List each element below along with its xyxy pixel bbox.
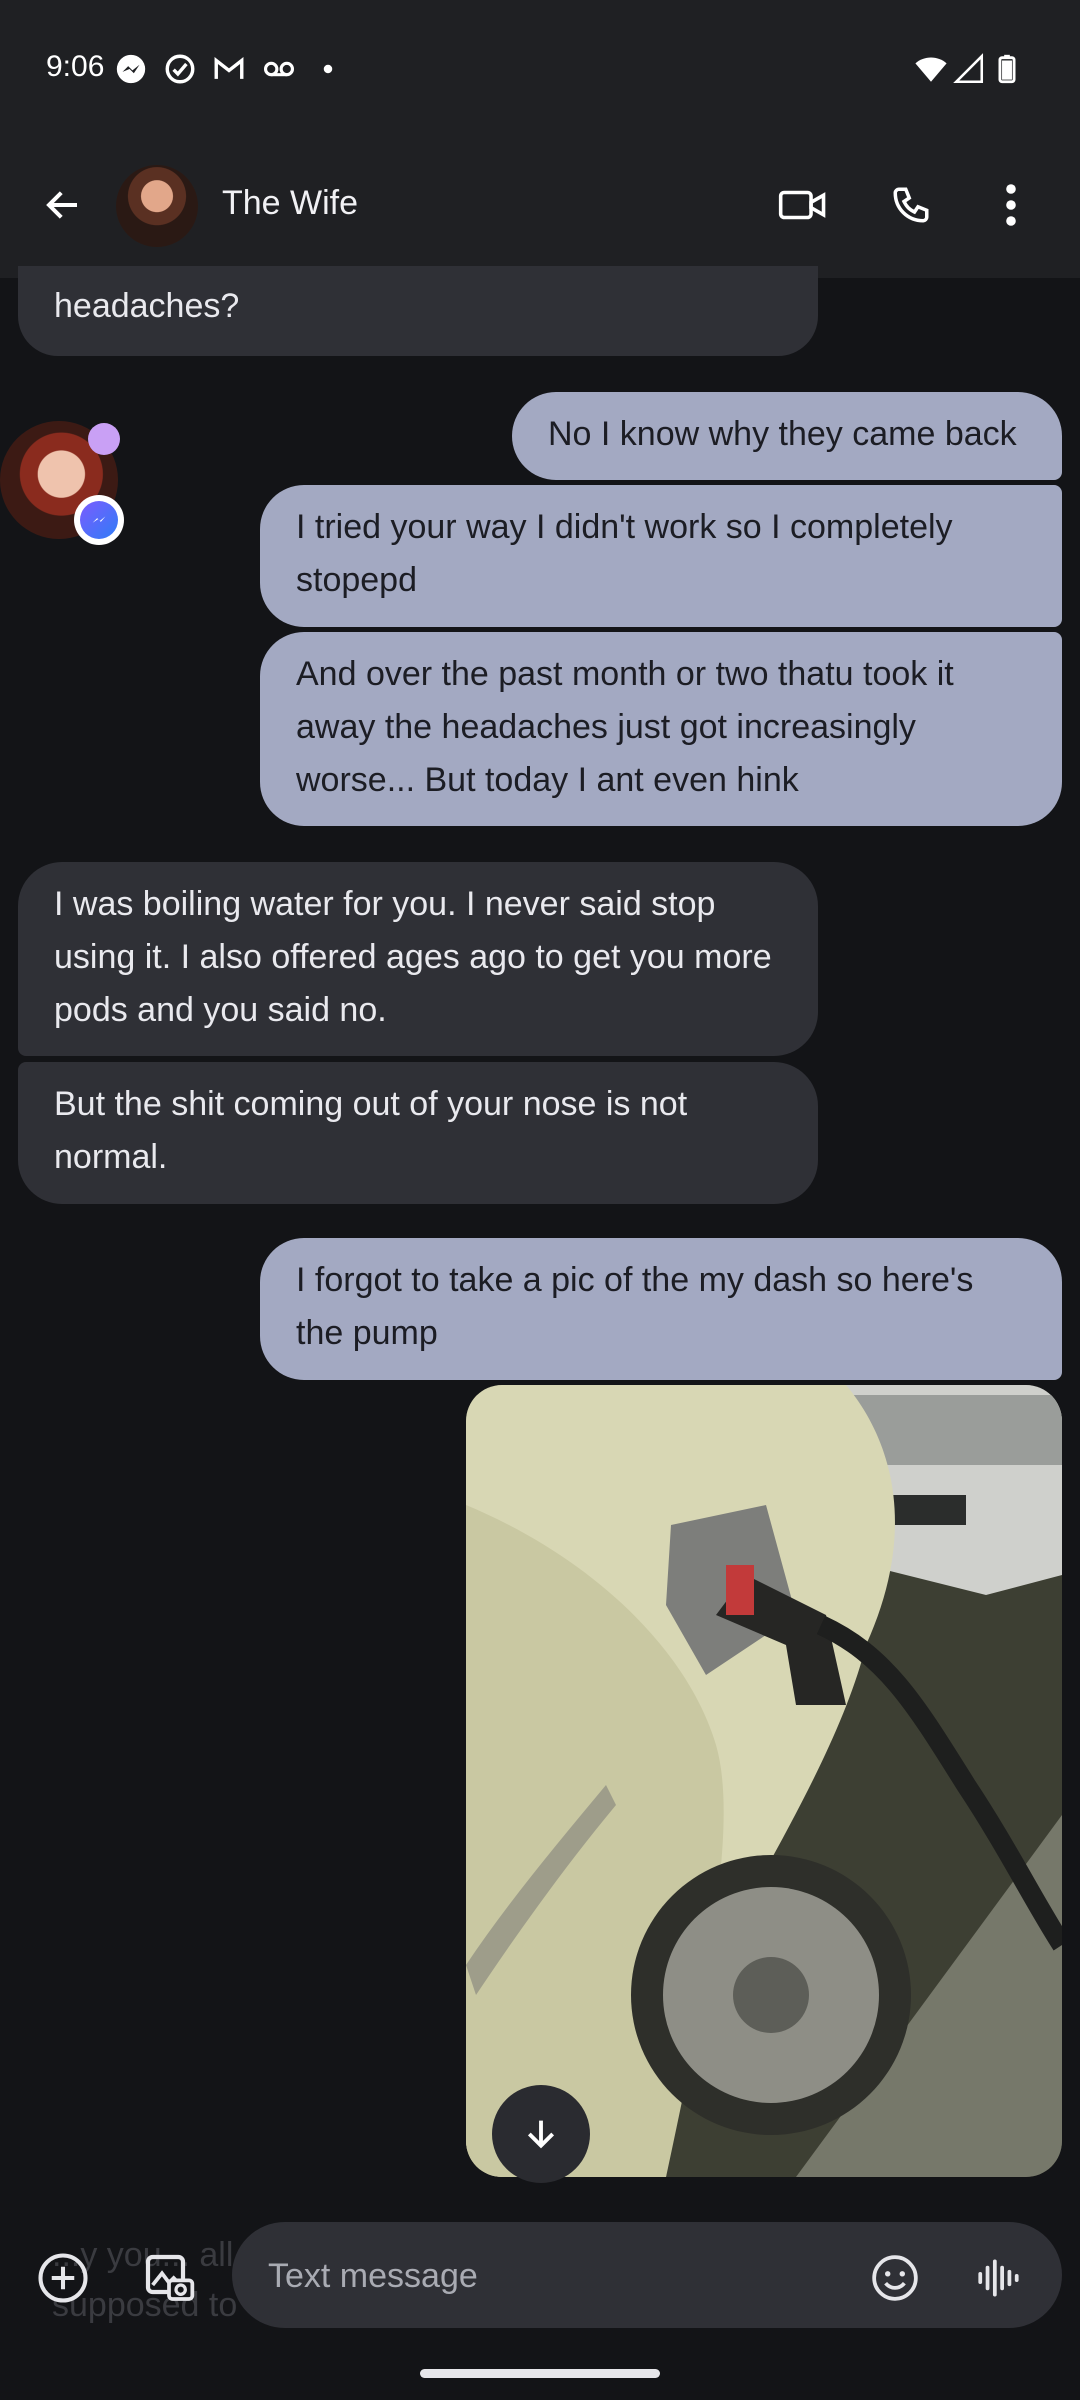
emoji-button[interactable]: [860, 2243, 930, 2313]
contact-name[interactable]: The Wife: [222, 184, 358, 223]
voice-message-button[interactable]: [964, 2243, 1034, 2313]
voicemail-icon: [262, 52, 296, 86]
voice-waveform-icon: [978, 2259, 1019, 2297]
more-options-button[interactable]: [986, 175, 1036, 235]
more-vert-icon: [1006, 184, 1016, 226]
message-bubble-incoming[interactable]: But the shit coming out of your nose is …: [18, 1062, 818, 1204]
add-attachment-button[interactable]: [28, 2243, 98, 2313]
presence-indicator: [88, 423, 120, 455]
message-bubble-incoming[interactable]: headaches?: [18, 266, 818, 356]
back-arrow-icon: [46, 191, 77, 219]
video-call-button[interactable]: [770, 175, 836, 235]
add-circle-icon: [38, 2253, 88, 2303]
message-bubble-outgoing[interactable]: I tried your way I didn't work so I comp…: [260, 485, 1062, 627]
gallery-button[interactable]: [134, 2243, 204, 2313]
status-time: 9:06: [46, 50, 105, 83]
gesture-navigation-bar[interactable]: [420, 2369, 660, 2378]
wifi-icon: [914, 52, 948, 86]
download-button[interactable]: [492, 2085, 590, 2183]
emoji-icon: [872, 2255, 918, 2301]
phone-icon: [893, 187, 929, 223]
message-bubble-outgoing[interactable]: And over the past month or two thatu too…: [260, 632, 1062, 826]
arrow-down-icon: [527, 2120, 555, 2149]
message-bubble-outgoing[interactable]: No I know why they came back: [512, 392, 1062, 480]
messenger-logo-icon: [80, 501, 118, 539]
message-bubble-outgoing[interactable]: I forgot to take a pic of the my dash so…: [260, 1238, 1062, 1380]
video-call-icon: [778, 190, 826, 220]
gas-pump-photo: [466, 1385, 1062, 2177]
photo-attachment[interactable]: [466, 1385, 1062, 2177]
signal-icon: [952, 52, 986, 86]
message-bubble-incoming[interactable]: I was boiling water for you. I never sai…: [18, 862, 818, 1056]
gallery-icon: [145, 2254, 195, 2301]
messenger-icon: [114, 52, 148, 86]
gmail-icon: [212, 52, 246, 86]
message-input[interactable]: [268, 2248, 828, 2304]
battery-icon: [990, 52, 1024, 86]
back-button[interactable]: [30, 169, 96, 241]
contact-avatar[interactable]: [116, 165, 198, 247]
check-circle-icon: [163, 52, 197, 86]
messenger-badge-icon: [74, 495, 124, 545]
phone-call-button[interactable]: [878, 175, 944, 235]
dot-icon: [311, 52, 345, 86]
